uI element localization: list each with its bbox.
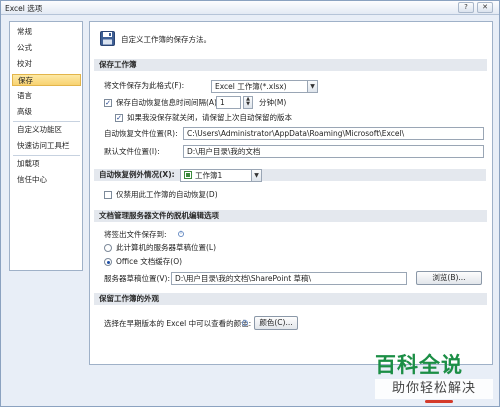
autorecover-location-label: 自动恢复文件位置(R): xyxy=(104,129,178,138)
exception-workbook-value: 工作簿1 xyxy=(195,171,223,180)
section-visual-appearance: 保留工作簿的外观 xyxy=(94,293,487,305)
sidebar-divider xyxy=(13,121,80,122)
section-offline-editing: 文档管理服务器文件的脱机编辑选项 xyxy=(94,210,487,222)
sidebar-item-save[interactable]: 保存 xyxy=(12,74,81,86)
minutes-unit-label: 分钟(M) xyxy=(259,98,287,107)
autorecover-minutes-input[interactable]: 1 xyxy=(216,96,241,109)
sidebar-item-formulas[interactable]: 公式 xyxy=(12,42,81,54)
title-bar: Excel 选项 ? ✕ xyxy=(1,1,499,15)
sidebar-item-language[interactable]: 语言 xyxy=(12,90,81,102)
server-drafts-location-input[interactable]: D:\用户目录\我的文档\SharePoint 草稿\ xyxy=(171,272,407,285)
keep-last-version-label: 如果我没保存就关闭，请保留上次自动保留的版本 xyxy=(127,113,292,122)
workbook-icon xyxy=(184,171,192,179)
minutes-spinner[interactable]: ▲ ▼ xyxy=(243,96,253,109)
sidebar-item-trust-center[interactable]: 信任中心 xyxy=(12,174,81,186)
section-autorecover-exceptions: 自动恢复例外情况(X): xyxy=(94,169,486,181)
sidebar-divider xyxy=(13,155,80,156)
server-drafts-option-label: 此计算机的服务器草稿位置(L) xyxy=(116,243,217,252)
save-checked-out-label: 将签出文件保存到: xyxy=(104,230,167,239)
autorecover-location-input[interactable]: C:\Users\Administrator\AppData\Roaming\M… xyxy=(183,127,484,140)
browse-button[interactable]: 浏览(B)... xyxy=(416,271,482,285)
office-cache-option-label: Office 文档缓存(O) xyxy=(116,257,183,266)
server-drafts-location-label: 服务器草稿位置(V): xyxy=(104,274,171,283)
sidebar-item-customize-ribbon[interactable]: 自定义功能区 xyxy=(12,124,81,136)
watermark-title: 百科全说 xyxy=(375,353,463,377)
save-format-label: 将文件保存为此格式(F): xyxy=(104,81,185,90)
sidebar-item-advanced[interactable]: 高级 xyxy=(12,106,81,118)
chevron-down-icon: ▼ xyxy=(307,81,317,92)
default-location-label: 默认文件位置(I): xyxy=(104,147,160,156)
autorecover-label: 保存自动恢复信息时间间隔(A) xyxy=(116,98,217,107)
info-icon: i xyxy=(242,320,248,326)
watermark-subtitle: 助你轻松解决 xyxy=(375,379,493,399)
site-watermark: 百科全说 助你轻松解决 xyxy=(365,347,500,407)
sidebar-item-general[interactable]: 常规 xyxy=(12,26,81,38)
radio-office-cache[interactable] xyxy=(104,258,112,266)
autorecover-checkbox[interactable]: ✓ xyxy=(104,99,112,107)
save-format-value: Excel 工作簿(*.xlsx) xyxy=(215,82,287,91)
sidebar-item-proofing[interactable]: 校对 xyxy=(12,58,81,70)
sidebar-item-add-ins[interactable]: 加载项 xyxy=(12,158,81,170)
watermark-underline xyxy=(425,400,453,403)
section-save-workbooks: 保存工作簿 xyxy=(94,59,487,71)
info-icon: i xyxy=(178,231,184,237)
save-disk-icon xyxy=(100,31,115,46)
chevron-down-icon: ▼ xyxy=(251,170,261,181)
options-sidebar: 常规 公式 校对 保存 语言 高级 自定义功能区 快速访问工具栏 加载项 信任中… xyxy=(9,21,83,271)
default-location-input[interactable]: D:\用户目录\我的文档 xyxy=(183,145,484,158)
disable-autorecover-checkbox[interactable] xyxy=(104,191,112,199)
excel-options-window: Excel 选项 ? ✕ 常规 公式 校对 保存 语言 高级 自定义功能区 快速… xyxy=(0,0,500,407)
exception-workbook-dropdown[interactable]: 工作簿1 ▼ xyxy=(180,169,262,182)
save-format-dropdown[interactable]: Excel 工作簿(*.xlsx) ▼ xyxy=(211,80,318,93)
disable-autorecover-label: 仅禁用此工作簿的自动恢复(D) xyxy=(116,190,218,199)
help-button[interactable]: ? xyxy=(458,2,474,13)
keep-last-version-checkbox[interactable]: ✓ xyxy=(115,114,123,122)
colors-description-label: 选择在早期版本的 Excel 中可以查看的颜色: xyxy=(104,319,252,328)
sidebar-item-quick-access-toolbar[interactable]: 快速访问工具栏 xyxy=(12,140,81,152)
autorecover-exceptions-label: 自动恢复例外情况(X): xyxy=(99,170,175,179)
colors-button[interactable]: 颜色(C)... xyxy=(254,316,298,330)
close-button[interactable]: ✕ xyxy=(477,2,493,13)
page-description: 自定义工作簿的保存方法。 xyxy=(121,35,211,44)
save-options-panel: 自定义工作簿的保存方法。 保存工作簿 将文件保存为此格式(F): Excel 工… xyxy=(89,21,493,365)
window-title: Excel 选项 xyxy=(5,4,43,13)
radio-server-drafts[interactable] xyxy=(104,244,112,252)
